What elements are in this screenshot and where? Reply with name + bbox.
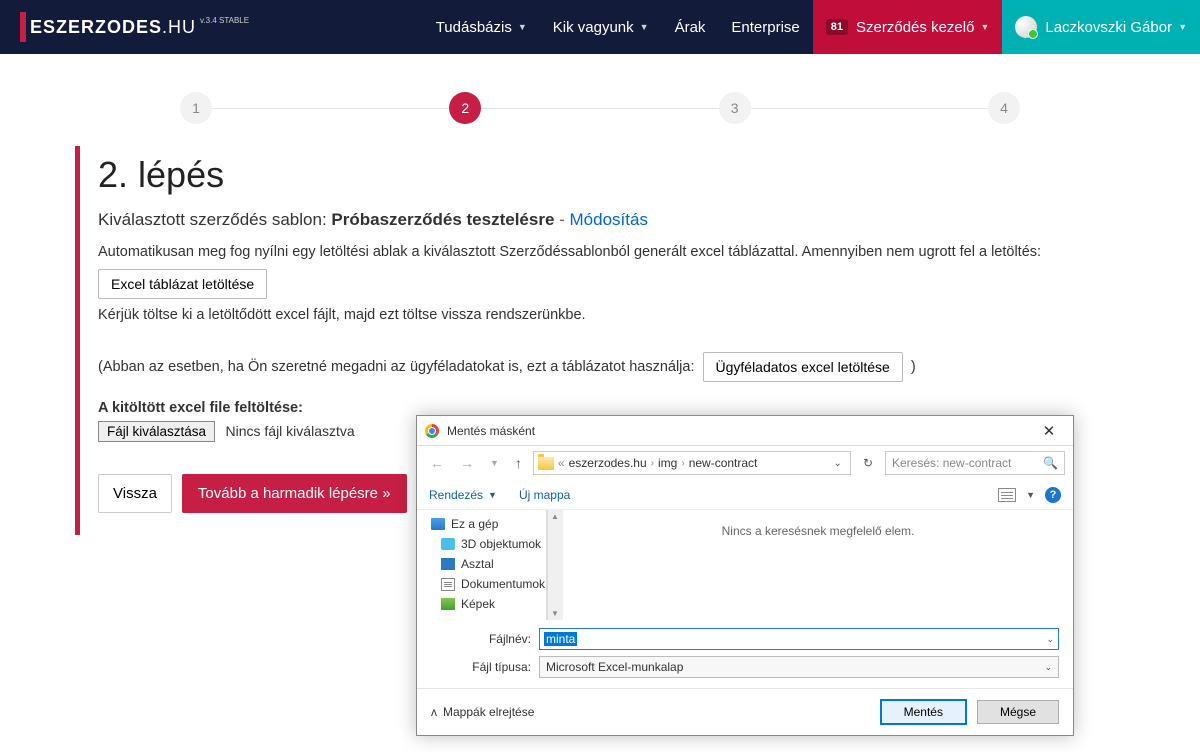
image-icon xyxy=(441,598,455,610)
nav-contract-manager[interactable]: 81 Szerződés kezelő▼ xyxy=(813,0,1003,54)
step-connector xyxy=(751,108,988,109)
download-excel-button[interactable]: Excel táblázat letöltése xyxy=(98,269,267,299)
save-as-dialog: Mentés másként ✕ ← → ▼ ↑ « eszerzodes.hu… xyxy=(416,415,1074,736)
tree-scrollbar[interactable] xyxy=(547,510,563,620)
filetype-dropdown[interactable]: Microsoft Excel-munkalap⌄ xyxy=(539,656,1059,678)
nav-user-menu[interactable]: Laczkovszki Gábor▼ xyxy=(1002,0,1200,54)
nav-who-we-are[interactable]: Kik vagyunk▼ xyxy=(540,0,662,54)
logo-accent xyxy=(20,12,26,42)
folder-tree: Ez a gép 3D objektumok Asztal Dokumentum… xyxy=(417,510,547,620)
tree-3d-objects[interactable]: 3D objektumok xyxy=(431,534,546,554)
top-header: ESZERZODES.HU v.3.4 STABLE Tudásbázis▼ K… xyxy=(0,0,1200,54)
customer-excel-row: (Abban az esetben, ha Ön szeretné megadn… xyxy=(98,352,1125,382)
path-breadcrumb[interactable]: « eszerzodes.hu› img› new-contract ⌄ xyxy=(533,451,851,475)
back-button[interactable]: Vissza xyxy=(98,474,172,513)
cube-icon xyxy=(441,538,455,550)
template-name: Próbaszerződés tesztelésre xyxy=(331,210,554,229)
step-1[interactable]: 1 xyxy=(180,92,212,124)
caret-down-icon: ▼ xyxy=(980,22,989,32)
modify-link[interactable]: Módosítás xyxy=(570,210,648,229)
file-status: Nincs fájl kiválasztva xyxy=(226,423,355,439)
logo-suffix: .HU xyxy=(162,17,196,38)
version-badge: v.3.4 STABLE xyxy=(200,16,249,25)
step-connector xyxy=(212,108,449,109)
next-step-button[interactable]: Tovább a harmadik lépésre » xyxy=(182,474,407,513)
organize-button[interactable]: Rendezés▼ xyxy=(429,488,497,502)
search-input[interactable]: Keresés: new-contract 🔍 xyxy=(885,451,1065,475)
filename-label: Fájlnév: xyxy=(431,632,531,646)
search-icon: 🔍 xyxy=(1043,456,1058,470)
tree-desktop[interactable]: Asztal xyxy=(431,554,546,574)
step-indicator: 1 2 3 4 xyxy=(0,54,1200,146)
cancel-button[interactable]: Mégse xyxy=(977,700,1059,724)
dialog-toolbar: Rendezés▼ Új mappa ▼ ? xyxy=(417,480,1073,510)
dialog-navbar: ← → ▼ ↑ « eszerzodes.hu› img› new-contra… xyxy=(417,446,1073,480)
notification-badge: 81 xyxy=(826,19,848,35)
step-connector xyxy=(481,108,718,109)
dialog-fields: Fájlnév: minta⌄ Fájl típusa: Microsoft E… xyxy=(417,620,1073,688)
chevron-down-icon[interactable]: ⌄ xyxy=(830,458,846,469)
dialog-title: Mentés másként xyxy=(447,424,535,438)
caret-down-icon: ▼ xyxy=(1178,22,1187,32)
logo-text: ESZERZODES xyxy=(30,17,162,38)
dialog-body: Ez a gép 3D objektumok Asztal Dokumentum… xyxy=(417,510,1073,620)
tree-documents[interactable]: Dokumentumok xyxy=(431,574,546,594)
download-customer-excel-button[interactable]: Ügyféladatos excel letöltése xyxy=(703,352,903,382)
info-paragraph-2: Kérjük töltse ki a letöltődött excel fáj… xyxy=(98,305,1125,326)
hide-folders-toggle[interactable]: ʌMappák elrejtése xyxy=(431,705,534,719)
new-folder-button[interactable]: Új mappa xyxy=(519,488,570,502)
tree-pictures[interactable]: Képek xyxy=(431,594,546,614)
info-paragraph-1: Automatikusan meg fog nyílni egy letölté… xyxy=(98,242,1125,263)
choose-file-button[interactable]: Fájl kiválasztása xyxy=(98,421,215,442)
page-title: 2. lépés xyxy=(98,154,1125,196)
chevron-up-icon: ʌ xyxy=(431,705,437,719)
view-options-icon[interactable] xyxy=(998,488,1016,502)
nav-back-icon[interactable]: ← xyxy=(425,455,449,471)
folder-icon xyxy=(538,457,554,470)
close-button[interactable]: ✕ xyxy=(1033,419,1065,443)
filetype-label: Fájl típusa: xyxy=(431,660,531,674)
main-nav: Tudásbázis▼ Kik vagyunk▼ Árak Enterprise… xyxy=(423,0,1200,54)
filename-input[interactable]: minta⌄ xyxy=(539,628,1059,650)
info-paragraph-3b: ) xyxy=(911,357,916,378)
logo[interactable]: ESZERZODES.HU v.3.4 STABLE xyxy=(20,12,249,42)
upload-label: A kitöltött excel file feltöltése: xyxy=(98,400,1125,416)
caret-down-icon: ▼ xyxy=(640,22,649,32)
nav-recent-icon[interactable]: ▼ xyxy=(485,458,504,468)
template-subtitle: Kiválasztott szerződés sablon: Próbaszer… xyxy=(98,210,1125,230)
avatar xyxy=(1015,16,1037,38)
empty-message: Nincs a keresésnek megfelelő elem. xyxy=(722,524,915,538)
nav-forward-icon[interactable]: → xyxy=(455,455,479,471)
chrome-icon xyxy=(425,424,439,438)
desktop-icon xyxy=(441,558,455,570)
nav-up-icon[interactable]: ↑ xyxy=(510,455,527,471)
help-icon[interactable]: ? xyxy=(1045,487,1061,503)
nav-enterprise[interactable]: Enterprise xyxy=(718,0,812,54)
nav-prices[interactable]: Árak xyxy=(662,0,719,54)
dialog-titlebar[interactable]: Mentés másként ✕ xyxy=(417,416,1073,446)
save-button[interactable]: Mentés xyxy=(880,699,967,725)
chevron-down-icon: ⌄ xyxy=(1044,662,1052,673)
file-list[interactable]: Nincs a keresésnek megfelelő elem. xyxy=(563,510,1073,620)
refresh-icon[interactable]: ↻ xyxy=(857,456,879,470)
nav-knowledgebase[interactable]: Tudásbázis▼ xyxy=(423,0,540,54)
tree-this-pc[interactable]: Ez a gép xyxy=(431,514,546,534)
pc-icon xyxy=(431,518,445,530)
caret-down-icon: ▼ xyxy=(518,22,527,32)
chevron-down-icon[interactable]: ⌄ xyxy=(1046,634,1054,645)
info-paragraph-3a: (Abban az esetben, ha Ön szeretné megadn… xyxy=(98,357,695,378)
step-3[interactable]: 3 xyxy=(719,92,751,124)
document-icon xyxy=(441,578,455,591)
dialog-footer: ʌMappák elrejtése Mentés Mégse xyxy=(417,688,1073,735)
step-4[interactable]: 4 xyxy=(988,92,1020,124)
step-2[interactable]: 2 xyxy=(449,92,481,124)
